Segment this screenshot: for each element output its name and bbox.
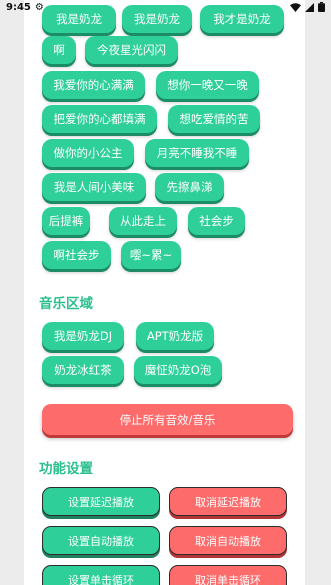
music-item-3[interactable]: 奶龙冰红茶	[42, 356, 124, 384]
sound-chip-18[interactable]: 嘤~累~	[121, 241, 181, 269]
cancel-click-loop-button[interactable]: 取消单击循环	[169, 565, 287, 585]
music-section-title: 音乐区域	[39, 296, 93, 312]
sound-chip-5[interactable]: 今夜星光闪闪	[85, 36, 178, 64]
sound-chip-4[interactable]: 啊	[42, 36, 76, 64]
settings-gear-icon: ⚙	[34, 1, 44, 13]
sound-chip-13[interactable]: 先擦鼻涕	[155, 173, 224, 201]
signal-icon	[305, 2, 314, 12]
stop-all-button[interactable]: 停止所有音效/音乐	[42, 404, 293, 435]
music-item-2[interactable]: APT奶龙版	[136, 322, 214, 350]
set-delay-button[interactable]: 设置延迟播放	[42, 487, 160, 516]
sound-chip-17[interactable]: 啊社会步	[42, 241, 111, 269]
function-section-title: 功能设置	[39, 461, 93, 477]
sound-chip-15[interactable]: 从此走上	[109, 207, 177, 235]
status-indicators	[290, 2, 325, 12]
soundboard-card: 我是奶龙 我是奶龙 我才是奶龙 啊 今夜星光闪闪 我爱你的心满满 想你一晚又一晚…	[24, 0, 305, 585]
sound-chip-12[interactable]: 我是人间小美味	[42, 173, 146, 201]
cancel-delay-button[interactable]: 取消延迟播放	[169, 487, 287, 516]
battery-icon	[318, 2, 325, 12]
sound-chip-8[interactable]: 把爱你的心都填满	[42, 105, 157, 133]
wifi-icon	[290, 2, 301, 12]
sound-chip-7[interactable]: 想你一晚又一晚	[156, 71, 259, 99]
status-time: 9:45	[6, 1, 31, 13]
music-item-1[interactable]: 我是奶龙DJ	[42, 322, 124, 350]
cancel-auto-play-button[interactable]: 取消自动播放	[169, 526, 287, 555]
sound-chip-6[interactable]: 我爱你的心满满	[42, 71, 145, 99]
status-bar: 9:45 ⚙	[0, 0, 331, 14]
sound-chip-10[interactable]: 做你的小公主	[42, 139, 134, 167]
sound-chip-11[interactable]: 月亮不睡我不睡	[145, 139, 249, 167]
sound-chip-16[interactable]: 社会步	[188, 207, 245, 235]
set-auto-play-button[interactable]: 设置自动播放	[42, 526, 160, 555]
set-click-loop-button[interactable]: 设置单击循环	[42, 565, 160, 585]
sound-chip-14[interactable]: 后提裤	[42, 207, 90, 235]
sound-chip-9[interactable]: 想吃爱情的苦	[168, 105, 260, 133]
music-item-4[interactable]: 魔怔奶龙O泡	[134, 356, 222, 384]
